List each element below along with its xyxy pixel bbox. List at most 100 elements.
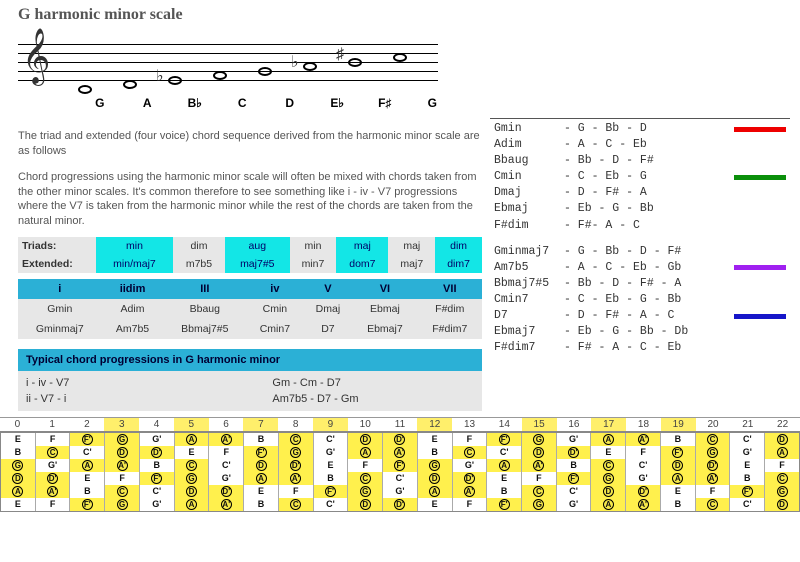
fret-cell: G' <box>453 459 487 472</box>
chord-row: Bbmaj7#5- Bb - D - F# - A <box>494 276 786 292</box>
fret-cell: D' <box>383 433 417 446</box>
fret-cell: C' <box>730 433 764 446</box>
fret-cell: A' <box>105 459 139 472</box>
extended-label: Extended: <box>18 255 96 273</box>
fret-cell: D' <box>36 472 70 485</box>
progression-row: i - iv - V7Gm - Cm - D7 <box>26 375 474 391</box>
fret-cell: C <box>105 485 139 498</box>
fret-cell: C' <box>626 459 660 472</box>
triad-chord-list: Gmin- G - Bb - DAdim- A - C - EbBbaug- B… <box>494 121 786 234</box>
intro-text-1: The triad and extended (four voice) chor… <box>18 129 482 159</box>
chord-row: Adim- A - C - Eb <box>494 137 786 153</box>
fret-cell: F <box>453 433 487 446</box>
fret-cell: C <box>175 459 209 472</box>
fret-cell: D <box>244 459 278 472</box>
fret-cell: B <box>70 485 104 498</box>
intro-text-2: Chord progressions using the harmonic mi… <box>18 170 482 229</box>
fret-cell: A <box>591 433 625 446</box>
fret-cell: B <box>487 485 521 498</box>
fret-cell: B <box>1 446 35 459</box>
fret-cell: D' <box>453 472 487 485</box>
fret-cell: C' <box>140 485 174 498</box>
fret-cell: F' <box>70 498 104 511</box>
fret-cell: F <box>696 485 730 498</box>
progressions-list: i - iv - V7Gm - Cm - D7ii - V7 - iAm7b5 … <box>18 371 482 411</box>
fret-cell: F <box>522 472 556 485</box>
fret-cell: B <box>314 472 348 485</box>
chord-row: Ebmaj7- Eb - G - Bb - Db <box>494 324 786 340</box>
fret-cell: C <box>279 433 313 446</box>
fret-cell: E <box>244 485 278 498</box>
scale-note-label: G <box>409 96 457 110</box>
chord-color-swatch <box>734 127 786 132</box>
fret-cell: A' <box>36 485 70 498</box>
fret-cell: F' <box>314 485 348 498</box>
fret-cell: E <box>418 498 452 511</box>
fret-cell: B <box>661 498 695 511</box>
fret-cell: B <box>661 433 695 446</box>
chord-row: Gmin- G - Bb - D <box>494 121 786 137</box>
fret-cell: G <box>418 459 452 472</box>
chord-row: F#dim7- F# - A - C - Eb <box>494 340 786 356</box>
fret-cell: D <box>348 498 382 511</box>
fret-cell: D <box>765 433 799 446</box>
scale-note-label: E♭ <box>314 96 362 110</box>
triads-label: Triads: <box>18 237 96 255</box>
fret-cell: F' <box>487 433 521 446</box>
fret-cell: G <box>105 498 139 511</box>
fret-cell: F <box>105 472 139 485</box>
fret-cell: G <box>591 472 625 485</box>
fret-cell: B <box>730 472 764 485</box>
fret-cell: F <box>348 459 382 472</box>
fret-cell: D' <box>557 446 591 459</box>
scale-note-label: A <box>124 96 172 110</box>
fretboard-diagram: 012345678910111213141516171819202122 EBG… <box>0 417 800 512</box>
fret-cell: C <box>453 446 487 459</box>
fret-cell: E <box>175 446 209 459</box>
fret-cell: C <box>279 498 313 511</box>
fret-cell: F <box>626 446 660 459</box>
fret-cell: D <box>1 472 35 485</box>
fret-cell: E <box>314 459 348 472</box>
fret-cell: C <box>522 485 556 498</box>
fret-cell: E <box>487 472 521 485</box>
fret-cell: D' <box>383 498 417 511</box>
fret-cell: D' <box>140 446 174 459</box>
scale-note-label: C <box>219 96 267 110</box>
chord-row: Gminmaj7- G - Bb - D - F# <box>494 244 786 260</box>
fret-cell: A' <box>626 433 660 446</box>
fret-cell: B <box>557 459 591 472</box>
fret-cell: D <box>175 485 209 498</box>
page-title: G harmonic minor scale <box>18 6 800 24</box>
progressions-header: Typical chord progressions in G harmonic… <box>18 349 482 371</box>
fret-cell: F <box>209 446 243 459</box>
fret-cell: E <box>591 446 625 459</box>
fret-cell: F <box>36 433 70 446</box>
fret-cell: G <box>348 485 382 498</box>
fret-cell: G' <box>314 446 348 459</box>
fret-cell: B <box>418 446 452 459</box>
fret-cell: C' <box>557 485 591 498</box>
fret-cell: G' <box>383 485 417 498</box>
fret-cell: A' <box>209 498 243 511</box>
fret-cell: E <box>70 472 104 485</box>
roman-numeral-table: iiidimIIIivVVIVII GminAdimBbaugCminDmajE… <box>18 279 482 339</box>
fret-cell: G' <box>209 472 243 485</box>
fret-cell: A <box>348 446 382 459</box>
fret-cell: A <box>244 472 278 485</box>
fret-cell: G' <box>557 498 591 511</box>
fret-cell: A <box>591 498 625 511</box>
fret-cell: D' <box>696 459 730 472</box>
fret-cell: G' <box>140 498 174 511</box>
fret-cell: C <box>765 472 799 485</box>
fret-cell: D <box>661 459 695 472</box>
fret-cell: C <box>591 459 625 472</box>
chord-color-swatch <box>734 265 786 270</box>
fret-cell: A' <box>522 459 556 472</box>
chord-color-swatch <box>734 175 786 180</box>
fret-cell: G <box>279 446 313 459</box>
fret-cell: A' <box>279 472 313 485</box>
fret-cell: F' <box>383 459 417 472</box>
fret-cell: G <box>105 433 139 446</box>
scale-note-label: F♯ <box>361 96 409 110</box>
